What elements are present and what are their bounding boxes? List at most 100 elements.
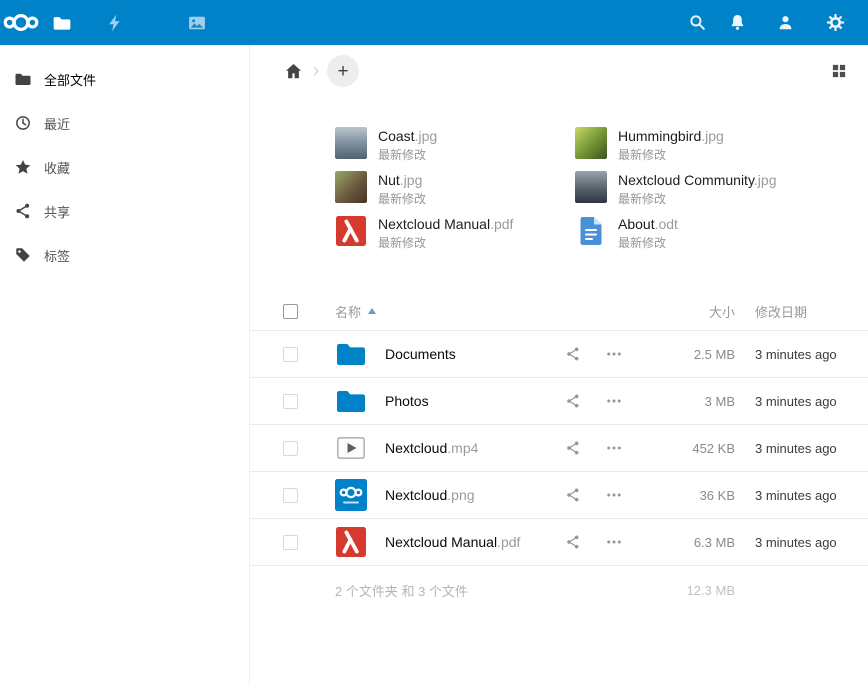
breadcrumb: + [250, 45, 868, 97]
row-checkbox[interactable] [283, 488, 298, 503]
select-all-checkbox[interactable] [283, 304, 298, 319]
settings-button[interactable] [815, 0, 855, 45]
file-modified: 3 minutes ago [755, 488, 855, 503]
more-actions-button[interactable] [605, 486, 645, 504]
file-status: 最新修改 [618, 190, 776, 207]
share-button[interactable] [565, 534, 605, 550]
size-header[interactable]: 大小 [645, 302, 735, 321]
recent-file-tile[interactable]: Nextcloud Manual.pdf 最新修改 [335, 215, 575, 259]
more-icon [605, 439, 623, 457]
share-icon [565, 393, 581, 409]
share-icon [565, 440, 581, 456]
table-row[interactable]: Photos 3 MB 3 minutes ago [250, 377, 868, 424]
file-table: 名称 大小 修改日期 Documents 2.5 MB 3 minutes ag… [250, 292, 868, 614]
file-name: Hummingbird.jpg [618, 128, 724, 144]
folder-icon [52, 13, 72, 33]
table-row[interactable]: Documents 2.5 MB 3 minutes ago [250, 330, 868, 377]
row-checkbox[interactable] [283, 394, 298, 409]
recent-file-tile[interactable]: Nextcloud Community.jpg 最新修改 [575, 171, 848, 215]
more-icon [605, 392, 623, 410]
folder-icon [14, 70, 32, 88]
home-breadcrumb-button[interactable] [281, 59, 305, 83]
sidebar-item-all-files[interactable]: 全部文件 [0, 57, 249, 101]
share-icon [14, 202, 32, 220]
more-actions-button[interactable] [605, 392, 645, 410]
more-icon [605, 345, 623, 363]
share-button[interactable] [565, 487, 605, 503]
home-icon [284, 62, 303, 81]
sidebar-item-label: 共享 [44, 202, 70, 221]
recent-file-tile[interactable]: About.odt 最新修改 [575, 215, 848, 259]
file-name: Nextcloud Manual.pdf [378, 216, 513, 232]
star-icon [14, 158, 32, 176]
grid-view-toggle[interactable] [825, 57, 853, 85]
pdf-icon [335, 215, 367, 247]
table-row[interactable]: Nextcloud.png 36 KB 3 minutes ago [250, 471, 868, 518]
file-status: 最新修改 [618, 146, 724, 163]
file-modified: 3 minutes ago [755, 441, 855, 456]
gear-icon [826, 13, 845, 32]
sidebar-item-label: 全部文件 [44, 70, 96, 89]
more-actions-button[interactable] [605, 345, 645, 363]
row-checkbox[interactable] [283, 535, 298, 550]
file-size: 3 MB [645, 394, 735, 409]
sort-ascending-icon [368, 308, 376, 314]
grid-view-icon [832, 64, 846, 78]
breadcrumb-separator-icon [309, 64, 323, 78]
table-row[interactable]: Nextcloud.mp4 452 KB 3 minutes ago [250, 424, 868, 471]
summary-size: 12.3 MB [645, 583, 735, 598]
file-status: 最新修改 [378, 146, 437, 163]
topbar-actions [677, 0, 868, 45]
search-button[interactable] [677, 0, 717, 45]
share-button[interactable] [565, 393, 605, 409]
recent-file-tile[interactable]: Nut.jpg 最新修改 [335, 171, 575, 215]
recent-file-tile[interactable]: Hummingbird.jpg 最新修改 [575, 127, 848, 171]
user-icon [776, 13, 795, 32]
row-checkbox[interactable] [283, 441, 298, 456]
notifications-button[interactable] [717, 0, 757, 45]
more-actions-button[interactable] [605, 439, 645, 457]
row-checkbox[interactable] [283, 347, 298, 362]
doc-icon [575, 215, 607, 247]
gallery-app-button[interactable] [177, 0, 217, 45]
share-button[interactable] [565, 440, 605, 456]
tag-icon [14, 246, 32, 264]
sidebar-item-label: 标签 [44, 246, 70, 265]
contacts-button[interactable] [765, 0, 805, 45]
image-thumbnail [575, 171, 607, 203]
table-summary: 2 个文件夹 和 3 个文件 12.3 MB [250, 565, 868, 614]
sort-by-name-header[interactable]: 名称 [335, 302, 645, 321]
modified-header[interactable]: 修改日期 [755, 302, 855, 321]
pdf-icon [335, 526, 385, 558]
table-row[interactable]: Nextcloud Manual.pdf 6.3 MB 3 minutes ag… [250, 518, 868, 565]
more-icon [605, 533, 623, 551]
image-thumbnail [335, 127, 367, 159]
file-status: 最新修改 [378, 234, 513, 251]
activity-app-button[interactable] [95, 0, 135, 45]
file-size: 452 KB [645, 441, 735, 456]
more-actions-button[interactable] [605, 533, 645, 551]
sidebar-item-shared[interactable]: 共享 [0, 189, 249, 233]
sidebar-item-favorites[interactable]: 收藏 [0, 145, 249, 189]
share-button[interactable] [565, 346, 605, 362]
sidebar-item-recent[interactable]: 最近 [0, 101, 249, 145]
files-app-button[interactable] [42, 0, 82, 45]
recently-modified-grid: Coast.jpg 最新修改 Hummingbird.jpg 最新修改 Nut.… [335, 127, 848, 259]
file-name: Nextcloud.png [385, 487, 565, 503]
file-name: Nut.jpg [378, 172, 426, 188]
summary-count: 2 个文件夹 和 3 个文件 [335, 581, 565, 600]
files-content: + Coast.jpg 最新修改 Hummingbird.jpg 最新修改 Nu… [250, 45, 868, 686]
bolt-icon [105, 13, 125, 33]
recent-file-tile[interactable]: Coast.jpg 最新修改 [335, 127, 575, 171]
file-name: Coast.jpg [378, 128, 437, 144]
search-icon [688, 13, 707, 32]
sidebar-item-tags[interactable]: 标签 [0, 233, 249, 277]
new-file-button[interactable]: + [327, 55, 359, 87]
more-icon [605, 486, 623, 504]
nextcloud-logo[interactable] [0, 0, 42, 45]
file-status: 最新修改 [618, 234, 678, 251]
image-icon [187, 13, 207, 33]
nextcloud-logo-icon [2, 11, 40, 34]
clock-icon [14, 114, 32, 132]
file-name: Photos [385, 393, 565, 409]
